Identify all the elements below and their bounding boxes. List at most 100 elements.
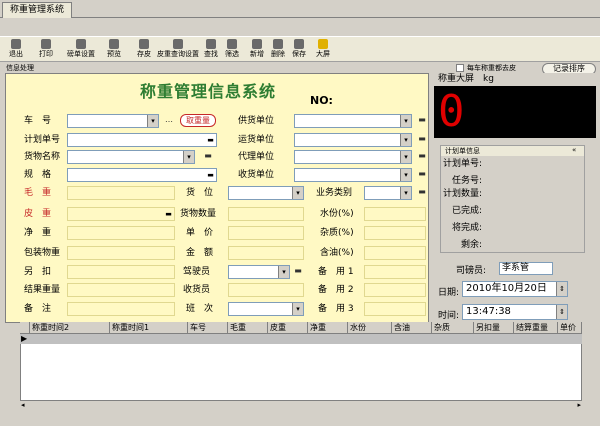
label-plate: 车 号 (24, 116, 52, 126)
receiver-person-field[interactable] (228, 283, 304, 297)
filter-button[interactable]: 筛选 (222, 38, 242, 62)
save-tare-button[interactable]: 存皮 (134, 38, 154, 62)
scroll-left-icon[interactable]: ◂ (21, 401, 25, 409)
big-screen-button[interactable]: 大屏 (313, 38, 333, 62)
deduct-field[interactable] (67, 265, 175, 279)
impurity-field[interactable] (364, 226, 426, 240)
agent-select[interactable]: ▾ (294, 150, 412, 164)
col-plate[interactable]: 车号 (188, 322, 228, 334)
operator-field[interactable]: 李系管 (499, 262, 553, 275)
quantity-field[interactable] (228, 207, 304, 221)
window-tab[interactable]: 称重管理系统 (2, 2, 72, 18)
no-label: NO: (310, 94, 333, 107)
plate-more-icon[interactable]: … (163, 116, 175, 127)
oil-field[interactable] (364, 246, 426, 260)
grid-scrollbar[interactable]: ◂ ▸ (20, 400, 582, 410)
label-spare3: 备 用 3 (318, 304, 354, 314)
app-title: 称重管理信息系统 (140, 82, 277, 101)
chevron-down-icon[interactable]: ▾ (400, 115, 411, 127)
moisture-field[interactable] (364, 207, 426, 221)
col-settle[interactable]: 结算重量 (514, 322, 558, 334)
lookup-icon[interactable]: ▬ (205, 169, 216, 181)
print-button[interactable]: 打印 (36, 38, 56, 62)
agent-more-icon[interactable]: ▬ (416, 152, 428, 163)
col-deduct[interactable]: 另扣量 (474, 322, 514, 334)
supplier-more-icon[interactable]: ▬ (416, 116, 428, 127)
label-carrier: 运货单位 (238, 135, 275, 145)
business-type-more-icon[interactable]: ▬ (416, 188, 428, 199)
spare1-field[interactable] (364, 265, 426, 279)
chevron-down-icon[interactable]: ▾ (400, 169, 411, 181)
price-field[interactable] (228, 226, 304, 240)
tare-query-button[interactable]: 皮重查询设置 (155, 38, 201, 62)
new-button[interactable]: 新增 (247, 38, 267, 62)
chevron-down-icon[interactable]: ▾ (400, 134, 411, 146)
col-time1[interactable]: 称重时间1 (110, 322, 188, 334)
col-impurity[interactable]: 杂质 (432, 322, 474, 334)
remark-field[interactable] (67, 302, 175, 316)
title-tabbar (0, 0, 600, 18)
label-goods: 货物名称 (24, 152, 61, 162)
chevron-down-icon[interactable]: ▾ (400, 151, 411, 163)
tare-checkbox[interactable] (456, 64, 464, 72)
col-oil[interactable]: 含油 (392, 322, 432, 334)
plan-no-field[interactable]: ▬ (67, 133, 217, 147)
preview-button[interactable]: 预览 (104, 38, 124, 62)
supplier-select[interactable]: ▾ (294, 114, 412, 128)
gross-field[interactable] (67, 186, 175, 200)
chevron-down-icon[interactable]: ▾ (292, 187, 303, 199)
find-button[interactable]: 查找 (201, 38, 221, 62)
location-select[interactable]: ▾ (228, 186, 304, 200)
spare3-field[interactable] (364, 302, 426, 316)
toolbar: 退出 打印 磅单设置 预览 存皮 皮重查询设置 查找 筛选 新增 删除 保存 大… (0, 36, 600, 62)
delete-button[interactable]: 删除 (268, 38, 288, 62)
exit-button[interactable]: 退出 (6, 38, 26, 62)
col-moisture[interactable]: 水份 (348, 322, 392, 334)
get-weight-button[interactable]: 取重量 (180, 114, 216, 127)
chevron-down-icon[interactable]: ▾ (183, 151, 194, 163)
label-plan-no: 计划单号 (24, 135, 61, 145)
receiver-select[interactable]: ▾ (294, 168, 412, 182)
business-type-select[interactable]: ▾ (364, 186, 412, 200)
col-price[interactable]: 单价 (558, 322, 582, 334)
carrier-more-icon[interactable]: ▬ (416, 135, 428, 146)
lookup-icon[interactable]: ▬ (205, 134, 216, 146)
shift-select[interactable]: ▾ (228, 302, 304, 316)
save-button[interactable]: 保存 (289, 38, 309, 62)
goods-more-icon[interactable]: ▬ (202, 152, 214, 163)
carrier-select[interactable]: ▾ (294, 133, 412, 147)
chevron-down-icon[interactable]: ▾ (147, 115, 158, 127)
plate-select[interactable]: ▾ (67, 114, 159, 128)
filter-icon (227, 39, 237, 49)
col-time2[interactable]: 称重时间2 (30, 322, 110, 334)
amount-field (228, 246, 304, 260)
package-field[interactable] (67, 246, 175, 260)
tare-field[interactable]: ▬ (67, 207, 175, 221)
time-picker[interactable]: 13:47:38 (462, 304, 568, 320)
binoculars-icon (206, 39, 216, 49)
grid-selected-row[interactable] (20, 334, 582, 344)
label-driver: 驾驶员 (183, 267, 211, 277)
time-spin-icon[interactable]: ⇕ (556, 305, 567, 319)
chevron-down-icon[interactable]: ▾ (400, 187, 411, 199)
spec-field[interactable]: ▬ (67, 168, 217, 182)
driver-more-icon[interactable]: ▬ (292, 267, 304, 278)
spare2-field[interactable] (364, 283, 426, 297)
driver-select[interactable]: ▾ (228, 265, 290, 279)
label-remark: 备 注 (24, 304, 52, 314)
collapse-icon[interactable]: « (572, 146, 576, 154)
row-pointer-icon: ▶ (21, 334, 28, 343)
receiver-more-icon[interactable]: ▬ (416, 170, 428, 181)
scroll-right-icon[interactable]: ▸ (577, 401, 581, 409)
col-net[interactable]: 净重 (308, 322, 348, 334)
col-tare[interactable]: 皮重 (268, 322, 308, 334)
date-picker[interactable]: 2010年10月20日 (462, 281, 568, 297)
col-gross[interactable]: 毛重 (228, 322, 268, 334)
chevron-down-icon[interactable]: ▾ (292, 303, 303, 315)
slip-settings-button[interactable]: 磅单设置 (64, 38, 98, 62)
goods-select[interactable]: ▾ (67, 150, 195, 164)
chevron-down-icon[interactable]: ▾ (278, 266, 289, 278)
lookup-icon[interactable]: ▬ (163, 208, 174, 220)
date-spin-icon[interactable]: ⇕ (556, 282, 567, 296)
settings-icon (76, 39, 86, 49)
